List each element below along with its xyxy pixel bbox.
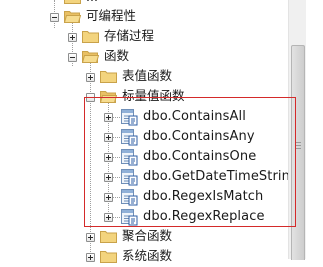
function-icon bbox=[120, 148, 138, 166]
folder-icon bbox=[100, 230, 117, 243]
folder-icon bbox=[100, 70, 117, 83]
tree-node-label: dbo.ContainsOne bbox=[143, 149, 257, 164]
tree-node-label: dbo.RegexIsMatch bbox=[143, 189, 264, 204]
function-icon bbox=[120, 168, 138, 186]
expand-toggle-icon[interactable] bbox=[86, 253, 95, 262]
vertical-scrollbar[interactable] bbox=[288, 0, 306, 260]
folder-open-icon bbox=[81, 50, 100, 63]
tree-node-label: dbo.RegexReplace bbox=[143, 209, 265, 224]
tree-node-function[interactable]: dbo.RegexReplace bbox=[0, 207, 288, 227]
function-icon bbox=[120, 128, 138, 146]
object-explorer-tree: ... 可编程性 存储过程 函数 表值函数 bbox=[0, 0, 298, 263]
expand-toggle-icon[interactable] bbox=[104, 173, 113, 182]
tree-node-function[interactable]: dbo.ContainsOne bbox=[0, 147, 288, 167]
collapse-toggle-icon[interactable] bbox=[68, 53, 77, 62]
tree-node-label: 存储过程 bbox=[104, 28, 155, 43]
expand-toggle-icon[interactable] bbox=[86, 233, 95, 242]
tree-node-label: 可编程性 bbox=[86, 8, 137, 23]
collapse-toggle-icon[interactable] bbox=[50, 13, 59, 22]
grip-line bbox=[295, 145, 301, 146]
tree-node-label: dbo.ContainsAll bbox=[143, 109, 246, 124]
tree-node-label: 系统函数 bbox=[122, 248, 173, 263]
tree-node-label: 函数 bbox=[104, 48, 130, 63]
scrollbar-thumb[interactable] bbox=[291, 45, 305, 260]
folder-icon bbox=[64, 0, 81, 4]
folder-open-icon bbox=[99, 90, 118, 103]
tree-node-label: ... bbox=[86, 0, 98, 5]
function-icon bbox=[120, 188, 138, 206]
tree-node-function[interactable]: dbo.GetDateTimeString bbox=[0, 167, 298, 187]
expand-toggle-icon[interactable] bbox=[86, 73, 95, 82]
tree-node-functions[interactable]: 函数 bbox=[0, 47, 288, 67]
tree-node-label: 标量值函数 bbox=[122, 88, 185, 103]
tree-node-stored-procedures[interactable]: 存储过程 bbox=[0, 27, 288, 47]
expand-toggle-icon[interactable] bbox=[104, 213, 113, 222]
tree-node-programmability[interactable]: 可编程性 bbox=[0, 7, 288, 27]
folder-icon bbox=[100, 250, 117, 263]
tree-node-table-valued-functions[interactable]: 表值函数 bbox=[0, 67, 288, 87]
tree-node-function[interactable]: dbo.ContainsAll bbox=[0, 107, 288, 127]
tree-node-label: 表值函数 bbox=[122, 68, 173, 83]
tree-node-aggregate-functions[interactable]: 聚合函数 bbox=[0, 227, 288, 247]
tree-node-function[interactable]: dbo.RegexIsMatch bbox=[0, 187, 288, 207]
expand-toggle-icon[interactable] bbox=[104, 193, 113, 202]
window-edge bbox=[306, 0, 323, 259]
tree-node-label: dbo.GetDateTimeString bbox=[143, 169, 299, 184]
expand-toggle-icon[interactable] bbox=[104, 113, 113, 122]
grip-line bbox=[295, 148, 301, 149]
tree-node-label: 聚合函数 bbox=[122, 228, 173, 243]
tree-node-scalar-valued-functions[interactable]: 标量值函数 bbox=[0, 87, 288, 107]
function-icon bbox=[120, 108, 138, 126]
tree-node-system-functions[interactable]: 系统函数 bbox=[0, 247, 288, 267]
function-icon bbox=[120, 208, 138, 226]
folder-icon bbox=[82, 30, 99, 43]
grip-line bbox=[295, 142, 301, 143]
tree-node-function[interactable]: dbo.ContainsAny bbox=[0, 127, 288, 147]
expand-toggle-icon[interactable] bbox=[104, 133, 113, 142]
expand-toggle-icon[interactable] bbox=[104, 153, 113, 162]
expand-toggle-icon[interactable] bbox=[68, 33, 77, 42]
tree-node-partial[interactable]: ... bbox=[0, 0, 288, 7]
tree-node-label: dbo.ContainsAny bbox=[143, 129, 255, 144]
collapse-toggle-icon[interactable] bbox=[86, 93, 95, 102]
folder-open-icon bbox=[63, 10, 82, 23]
